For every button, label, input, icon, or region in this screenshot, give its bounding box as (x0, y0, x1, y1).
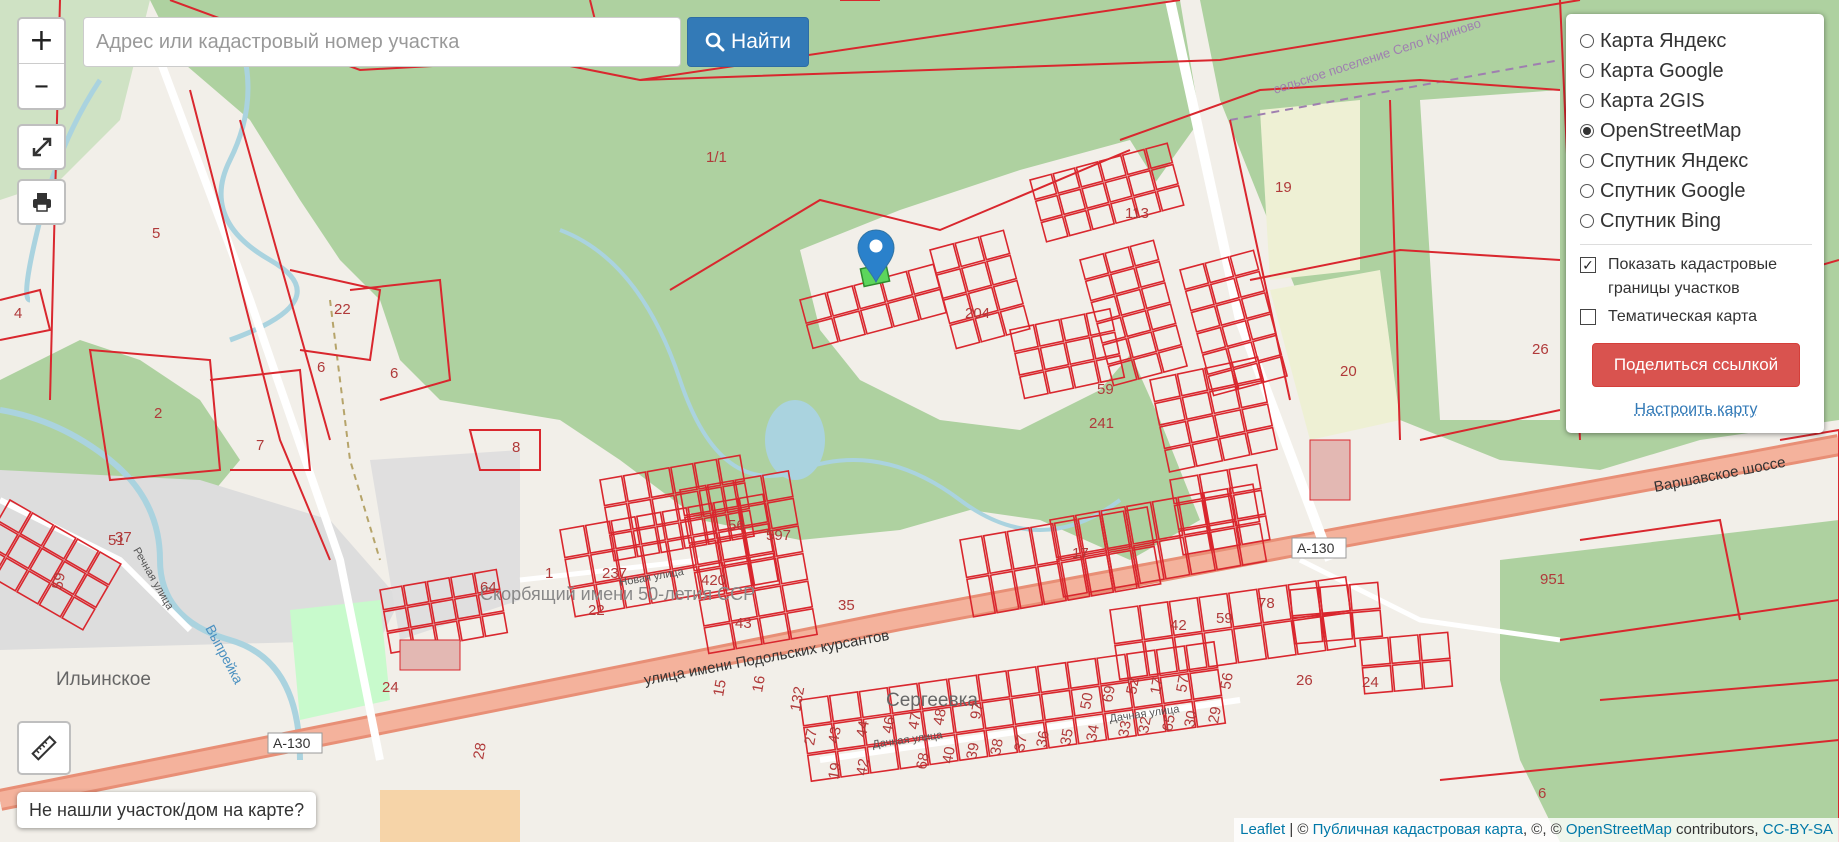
zoom-in-button[interactable]: + (19, 19, 64, 63)
layer-option-label: Карта 2GIS (1600, 89, 1705, 112)
radio-button[interactable] (1580, 184, 1594, 198)
thematic-checkbox[interactable] (1580, 309, 1596, 325)
layer-option[interactable]: Карта Яндекс (1580, 26, 1812, 56)
layers-panel: Карта Яндекс Карта Google Карта 2GIS OpenSt… (1566, 14, 1824, 433)
layer-option-label: OpenStreetMap (1600, 119, 1742, 142)
layer-option[interactable]: Спутник Bing (1580, 206, 1812, 236)
search-button-label: Найти (731, 30, 791, 53)
radio-button[interactable] (1580, 154, 1594, 168)
share-link-button[interactable]: Поделиться ссылкой (1592, 343, 1800, 387)
layer-option[interactable]: Спутник Google (1580, 176, 1812, 206)
search-button[interactable]: Найти (687, 17, 809, 67)
print-button[interactable] (17, 179, 66, 225)
show-cadastral-checkbox[interactable]: ✓ (1580, 257, 1596, 273)
search-icon (705, 32, 725, 52)
pkk-link[interactable]: Публичная кадастровая карта (1313, 821, 1523, 838)
print-icon (32, 193, 51, 212)
radio-button[interactable] (1580, 214, 1594, 228)
leaflet-link[interactable]: Leaflet (1240, 821, 1285, 838)
layer-option-label: Спутник Google (1600, 179, 1746, 202)
fullscreen-button[interactable] (17, 124, 66, 170)
fullscreen-icon (32, 137, 51, 157)
search-input[interactable] (83, 17, 681, 67)
layer-option-label: Спутник Bing (1600, 209, 1721, 232)
layer-options: Карта Яндекс Карта Google Карта 2GIS OpenSt… (1580, 26, 1812, 236)
radio-button[interactable] (1580, 64, 1594, 78)
layer-option[interactable]: OpenStreetMap (1580, 116, 1812, 146)
zoom-out-button[interactable]: – (19, 63, 64, 108)
layer-option[interactable]: Карта Google (1580, 56, 1812, 86)
map-canvas[interactable]: Ильинское Сергеевка Скорбящий имени 50-л… (0, 0, 1839, 842)
attribution-text: | © (1285, 821, 1313, 838)
zoom-control: + – (17, 17, 66, 110)
layer-option-label: Карта Google (1600, 59, 1724, 82)
ruler-icon (31, 735, 57, 761)
layer-option[interactable]: Карта 2GIS (1580, 86, 1812, 116)
thematic-label: Тематическая карта (1608, 308, 1758, 325)
attribution-text: , ©, © (1522, 821, 1566, 838)
radio-button[interactable] (1580, 94, 1594, 108)
show-cadastral-checkbox-row[interactable]: ✓ Показать кадастровые границы участков (1580, 253, 1812, 301)
attribution: Leaflet | © Публичная кадастровая карта,… (1234, 818, 1839, 842)
thematic-checkbox-row[interactable]: Тематическая карта (1580, 305, 1812, 329)
attribution-text: contributors, (1671, 821, 1763, 838)
layer-option[interactable]: Спутник Яндекс (1580, 146, 1812, 176)
show-cadastral-label: Показать кадастровые границы участков (1608, 256, 1777, 297)
layer-option-label: Карта Яндекс (1600, 29, 1727, 52)
map-tiles (0, 0, 1839, 842)
license-link[interactable]: CC-BY-SA (1763, 821, 1833, 838)
measure-button[interactable] (17, 721, 71, 775)
divider (1580, 244, 1812, 245)
radio-button[interactable] (1580, 124, 1594, 138)
radio-button[interactable] (1580, 34, 1594, 48)
configure-map-link[interactable]: Настроить карту (1580, 401, 1812, 419)
osm-link[interactable]: OpenStreetMap (1566, 821, 1672, 838)
layer-option-label: Спутник Яндекс (1600, 149, 1749, 172)
not-found-button[interactable]: Не нашли участок/дом на карте? (17, 792, 317, 828)
